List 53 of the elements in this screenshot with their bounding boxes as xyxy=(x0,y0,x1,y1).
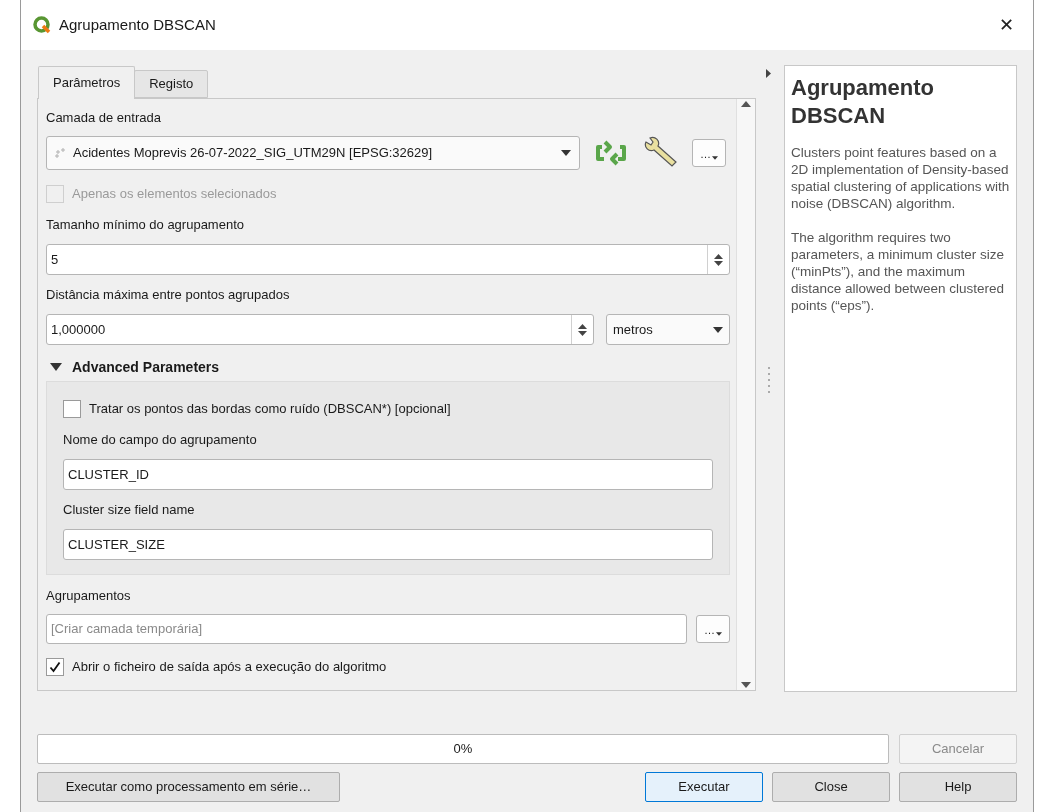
checkbox-label: Tratar os pontos das bordas como ruído (DBSCAN*) [opcional] xyxy=(89,400,451,419)
dialog-button[interactable]: Executar xyxy=(645,772,763,802)
dropdown-caret-icon xyxy=(713,326,723,333)
field-label: Cluster size field name xyxy=(63,501,196,519)
scroll-down-icon[interactable] xyxy=(741,682,751,688)
checkbox-label: Abrir o ficheiro de saída após a execução do algoritmo xyxy=(72,658,387,677)
dropdown-caret-icon xyxy=(716,632,722,636)
dialog-button[interactable]: Help xyxy=(899,772,1017,802)
field-label: Distância máxima entre pontos agrupados xyxy=(46,286,291,304)
checkbox[interactable] xyxy=(46,658,64,676)
field-label: Camada de entrada xyxy=(46,109,162,127)
scroll-up-icon[interactable] xyxy=(741,101,751,107)
field-label: Nome do campo do agrupamento xyxy=(63,431,258,449)
dropdown-caret-icon xyxy=(712,156,718,160)
help-title: Agrupamento DBSCAN xyxy=(791,74,935,130)
number-field[interactable]: 5 xyxy=(46,244,730,275)
help-text: Clusters point features based on a 2D implementation of Density-based spatial clustering of applications with noise (DBSCAN) algorithm. xyxy=(791,144,1010,212)
expanded-arrow-icon xyxy=(50,362,62,372)
field-label: Agrupamentos xyxy=(46,587,132,605)
field-label: Tamanho mínimo do agrupamento xyxy=(46,216,245,234)
help-text: The algorithm requires two parameters, a minimum cluster size (“minPts”), and the maximum distance allowed between clustered points (“eps”). xyxy=(791,229,1006,314)
checkbox[interactable] xyxy=(63,400,81,418)
dropdown-caret-icon xyxy=(561,150,571,156)
window-title: Agrupamento DBSCAN xyxy=(59,14,217,35)
dialog-button[interactable]: Executar como processamento em série… xyxy=(37,772,340,802)
tab[interactable]: Parâmetros xyxy=(38,66,136,99)
refresh-icon[interactable] xyxy=(594,139,628,167)
options-button[interactable]: … xyxy=(692,139,726,167)
unit-dropdown[interactable]: metros xyxy=(606,314,730,345)
field-value: CLUSTER_ID xyxy=(68,465,149,484)
collapse-arrow-icon[interactable] xyxy=(766,69,771,78)
scrollbar[interactable] xyxy=(736,99,755,690)
dropdown-value: metros xyxy=(613,320,653,339)
number-field[interactable]: 1,000000 xyxy=(46,314,594,345)
options-button[interactable]: … xyxy=(696,615,730,643)
app-logo-icon xyxy=(33,16,51,34)
text-field[interactable]: CLUSTER_SIZE xyxy=(63,529,713,560)
checkbox-label: Apenas os elementos selecionados xyxy=(72,185,277,204)
field-value: 5 xyxy=(50,250,60,269)
tab[interactable]: Registo xyxy=(134,70,209,98)
placeholder-text: [Criar camada temporária] xyxy=(51,620,202,639)
progress-reading: 0% xyxy=(453,740,473,759)
advanced-toggle[interactable]: Advanced Parameters xyxy=(46,357,731,377)
layer-dropdown[interactable]: Acidentes Moprevis 26-07-2022_SIG_UTM29N [EPSG:32629] xyxy=(46,136,580,170)
field-value: CLUSTER_SIZE xyxy=(68,535,165,554)
field-value: 1,000000 xyxy=(50,320,107,339)
dropdown-value: Acidentes Moprevis 26-07-2022_SIG_UTM29N [EPSG:32629] xyxy=(73,144,434,163)
text-field[interactable]: CLUSTER_ID xyxy=(63,459,713,490)
output-field[interactable]: [Criar camada temporária] xyxy=(46,614,687,644)
close-button[interactable]: ✕ xyxy=(991,10,1021,40)
splitter-handle-icon[interactable] xyxy=(768,367,770,393)
point-layer-icon xyxy=(55,148,65,158)
dialog-button[interactable]: Close xyxy=(772,772,890,802)
